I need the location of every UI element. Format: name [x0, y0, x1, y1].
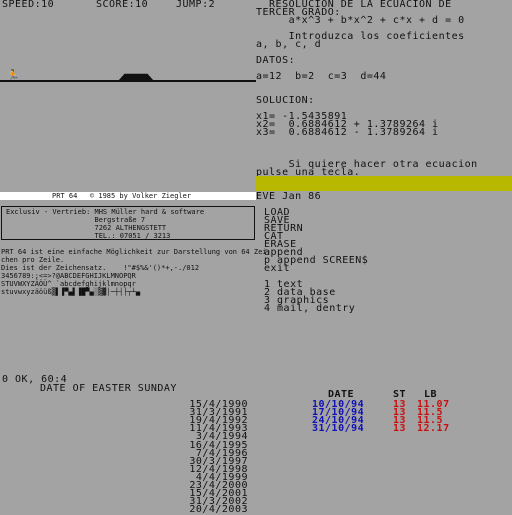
row-lb: 12.17 [417, 423, 450, 434]
solver-line: a*x^3 + b*x^2 + c*x + d = 0 [256, 15, 465, 26]
eve-menu: EVE Jan 86 LOAD SAVE RETURN CAT ERASE append p… [256, 192, 512, 322]
solver-line: DATOS: [256, 55, 296, 66]
solver-line: a, b, c, d [256, 39, 322, 50]
menu-option[interactable]: 4 mail, dentry [264, 304, 355, 314]
easter-panel: 0 OK, 60:4 DATE OF EASTER SUNDAY 15/4/19… [0, 375, 256, 515]
equation-solver-panel: RESOLUCION DE LA ECUACION DE TERCER GRADO… [256, 0, 512, 178]
solver-line: x3= 0.6884612 - 1.3789264 i [256, 127, 439, 138]
prt-body-line: chen pro Zeile. [1, 256, 65, 264]
game-panel: SPEED:10 SCORE:10 JUMP:2 🏃 [0, 0, 256, 192]
row-st: 13 [393, 423, 407, 434]
prt-body-line: Dies ist der Zeichensatz. !"#$%&'()*+,-.… [1, 264, 200, 272]
prt-body-line: stuvwxyzäöüß▒▌▐▀▄▌▐█▀▄░▒▓│─┼┤├┬┴▄ [1, 288, 141, 296]
vendor-line: Bergstraße 7 [6, 216, 146, 224]
vendor-line: 7262 ALTHENGSTETT [6, 224, 167, 232]
solver-line: a=12 b=2 c=3 d=44 [256, 71, 387, 82]
weight-table: DATE ST LB 10/10/94 13 11.07 17/10/94 13 11.5… [256, 390, 512, 450]
menu-item[interactable]: exit [264, 264, 290, 274]
prt-title: PRT 64 © 1985 by Volker Ziegler [52, 192, 192, 200]
easter-date: 20/4/2003 [189, 504, 248, 515]
prt-body-line: PRT 64 ist eine einfache Möglichkeit zur… [1, 248, 271, 256]
solver-line: SOLUCION: [256, 95, 315, 106]
ground-line [0, 80, 256, 82]
prt-title-bar: PRT 64 © 1985 by Volker Ziegler [0, 192, 256, 200]
prt-body-line: STUVWXYZÄÖÜ^_`abcdefghijklmnopqr [1, 280, 136, 288]
menu-header: EVE Jan 86 [256, 191, 322, 202]
speed-readout: SPEED:10 [2, 0, 55, 10]
row-date: 31/10/94 [312, 423, 365, 434]
highlight-bar [256, 176, 512, 191]
prt-body-line: 3456789:;<=>?@ABCDEFGHIJKLMNOPQR [1, 272, 136, 280]
easter-title: DATE OF EASTER SUNDAY [40, 383, 177, 394]
jump-readout: JUMP:2 [176, 0, 216, 10]
vendor-line: Exclusiv - Vertrieb: MHS Müller hard & s… [6, 208, 205, 216]
vendor-box: Exclusiv - Vertrieb: MHS Müller hard & s… [1, 206, 255, 240]
vendor-line: TEL.: 07051 / 3213 [6, 232, 171, 240]
prt-body-text: PRT 64 ist eine einfache Möglichkeit zur… [1, 248, 271, 300]
score-readout: SCORE:10 [96, 0, 149, 10]
